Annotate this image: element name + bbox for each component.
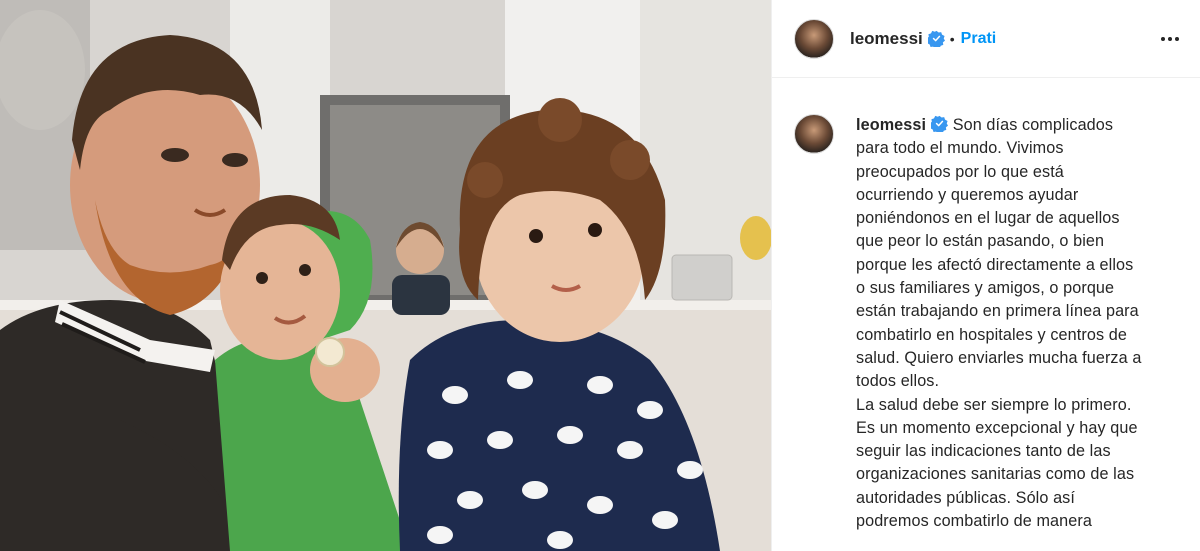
verified-badge-icon (927, 30, 945, 47)
caption-line: están trabajando en primera línea para (856, 302, 1139, 321)
avatar[interactable] (794, 18, 834, 59)
more-options-icon[interactable] (1156, 25, 1184, 53)
caption-line: Son días complicados (952, 116, 1114, 134)
caption-avatar[interactable] (794, 114, 834, 154)
caption-line: que peor lo están pasando, o bien (856, 232, 1105, 251)
photo-illustration (0, 0, 771, 551)
separator-dot: • (949, 30, 955, 47)
follow-button[interactable]: Prati (961, 30, 997, 48)
caption-line: podremos combatirlo de manera (856, 512, 1092, 531)
post-side-panel: leomessi • Prati leomessi Son días compl… (771, 0, 1200, 551)
caption-line: Es un momento excepcional y hay que (856, 418, 1138, 437)
caption-verified-badge-icon (931, 115, 949, 132)
caption-line: porque les afectó directamente a ellos (856, 255, 1134, 274)
post-header: leomessi • Prati (772, 0, 1200, 78)
caption-line: La salud debe ser siempre lo primero. (856, 395, 1132, 414)
caption-first-line: leomessi Son días complicados (856, 114, 1176, 137)
caption-line: todos ellos. (856, 372, 940, 391)
caption-line: ocurriendo y queremos ayudar (856, 185, 1079, 204)
caption-line: preocupados por lo que está (856, 162, 1064, 181)
caption-line: poniéndonos en el lugar de aquellos (856, 209, 1120, 228)
caption-line: para todo el mundo. Vivimos (856, 139, 1064, 158)
instagram-post: leomessi • Prati leomessi Son días compl… (0, 0, 1200, 551)
post-caption: leomessi Son días complicados para todo … (772, 78, 1200, 533)
post-photo[interactable] (0, 0, 771, 551)
caption-line: seguir las indicaciones tanto de las (856, 442, 1111, 461)
caption-line: organizaciones sanitarias como de las (856, 465, 1135, 484)
caption-username-link[interactable]: leomessi (856, 116, 926, 134)
caption-line: o sus familiares y amigos, o porque (856, 279, 1115, 298)
caption-text: leomessi Son días complicados para todo … (856, 114, 1176, 533)
caption-line: combatirlo en hospitales y centros de (856, 325, 1127, 344)
caption-line: autoridades públicas. Sólo así (856, 488, 1075, 507)
username-link[interactable]: leomessi (850, 29, 923, 49)
caption-line: salud. Quiero enviarles mucha fuerza a (856, 348, 1142, 367)
